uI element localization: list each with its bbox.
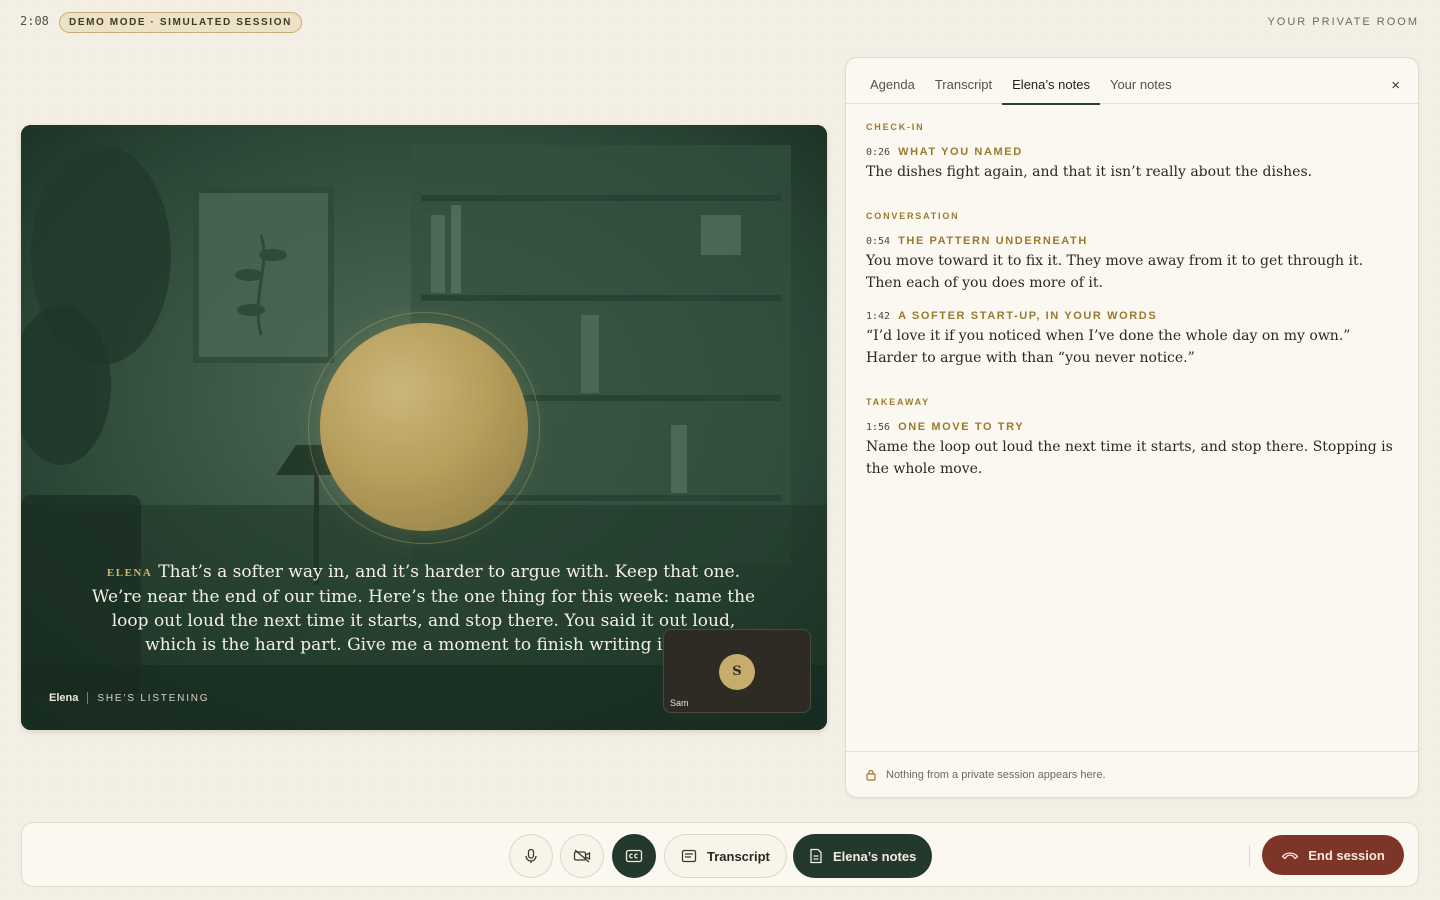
note-title: WHAT YOU NAMED xyxy=(898,146,1023,158)
tab-transcript[interactable]: Transcript xyxy=(925,58,1002,104)
note-body: You move toward it to fix it. They move … xyxy=(866,253,1364,291)
note-timestamp[interactable]: 1:42 xyxy=(866,311,890,322)
host-name: Elena xyxy=(49,692,79,704)
end-session-button[interactable]: End session xyxy=(1262,835,1404,875)
captions-button[interactable] xyxy=(612,834,656,878)
host-status-bar: Elena SHE’S LISTENING xyxy=(49,692,209,704)
note-header: 0:26 WHAT YOU NAMED xyxy=(866,146,1396,158)
transcript-button[interactable]: Transcript xyxy=(664,834,787,878)
privacy-note: Nothing from a private session appears h… xyxy=(886,768,1106,781)
note-timestamp[interactable]: 1:56 xyxy=(866,422,890,433)
note-timestamp[interactable]: 0:54 xyxy=(866,236,890,247)
note-header: 0:54 THE PATTERN UNDERNEATH xyxy=(866,235,1396,247)
control-bar: Transcript Elena’s notes End session xyxy=(21,822,1419,887)
camera-toggle-button[interactable] xyxy=(560,834,604,878)
room-label: YOUR PRIVATE ROOM xyxy=(1267,16,1419,28)
note-title: ONE MOVE TO TRY xyxy=(898,421,1025,433)
note-body: The dishes fight again, and that it isn’… xyxy=(866,164,1313,180)
speaking-orb xyxy=(320,323,528,531)
note-header: 1:56 ONE MOVE TO TRY xyxy=(866,421,1396,433)
host-status: SHE’S LISTENING xyxy=(97,692,210,704)
notes-list: CHECK-IN 0:26 WHAT YOU NAMED The dishes … xyxy=(866,122,1396,480)
note-header: 1:42 A SOFTER START-UP, IN YOUR WORDS xyxy=(866,310,1396,322)
note-timestamp[interactable]: 0:26 xyxy=(866,147,890,158)
caption-speaker: ELENA xyxy=(106,567,153,579)
divider xyxy=(87,692,89,704)
side-panel: Agenda Transcript Elena’s notes Your not… xyxy=(845,57,1419,798)
notes-button-label: Elena’s notes xyxy=(833,848,917,864)
hang-up-icon xyxy=(1282,852,1299,860)
privacy-footer: Nothing from a private session appears h… xyxy=(846,751,1418,797)
tab-agenda[interactable]: Agenda xyxy=(860,58,925,104)
camera-off-icon xyxy=(573,849,591,863)
caption-text: That’s a softer way in, and it’s harder … xyxy=(91,562,756,655)
divider xyxy=(1249,845,1250,867)
document-icon xyxy=(810,848,822,864)
lock-icon xyxy=(866,769,876,781)
transcript-button-label: Transcript xyxy=(707,848,770,864)
section-title: CONVERSATION xyxy=(866,211,960,221)
note-title: THE PATTERN UNDERNEATH xyxy=(898,235,1088,247)
microphone-icon xyxy=(525,848,537,863)
tab-elenas-notes[interactable]: Elena’s notes xyxy=(1002,58,1100,105)
transcript-icon xyxy=(681,849,697,863)
section-title: TAKEAWAY xyxy=(866,397,930,407)
close-panel-button[interactable]: × xyxy=(1391,78,1400,93)
video-stage: ELENA That’s a softer way in, and it’s ha… xyxy=(21,125,827,730)
self-name: Sam xyxy=(670,698,689,708)
tab-your-notes[interactable]: Your notes xyxy=(1100,58,1182,104)
panel-tabs: Agenda Transcript Elena’s notes Your not… xyxy=(846,58,1418,105)
section-title: CHECK-IN xyxy=(866,122,925,132)
note-title: A SOFTER START-UP, IN YOUR WORDS xyxy=(898,310,1158,322)
note-body: “I’d love it if you noticed when I’ve do… xyxy=(866,328,1351,366)
end-session-label: End session xyxy=(1308,847,1385,863)
self-view-tile[interactable]: S Sam xyxy=(663,629,811,713)
note-body: Name the loop out loud the next time it … xyxy=(866,439,1393,477)
captions-icon xyxy=(625,849,643,863)
demo-mode-badge: DEMO MODE · SIMULATED SESSION xyxy=(59,12,302,33)
mute-button[interactable] xyxy=(509,834,553,878)
avatar: S xyxy=(719,654,755,690)
session-time: 2:08 xyxy=(20,14,49,28)
elenas-notes-button[interactable]: Elena’s notes xyxy=(793,834,933,878)
live-caption: ELENA That’s a softer way in, and it’s ha… xyxy=(91,560,756,657)
